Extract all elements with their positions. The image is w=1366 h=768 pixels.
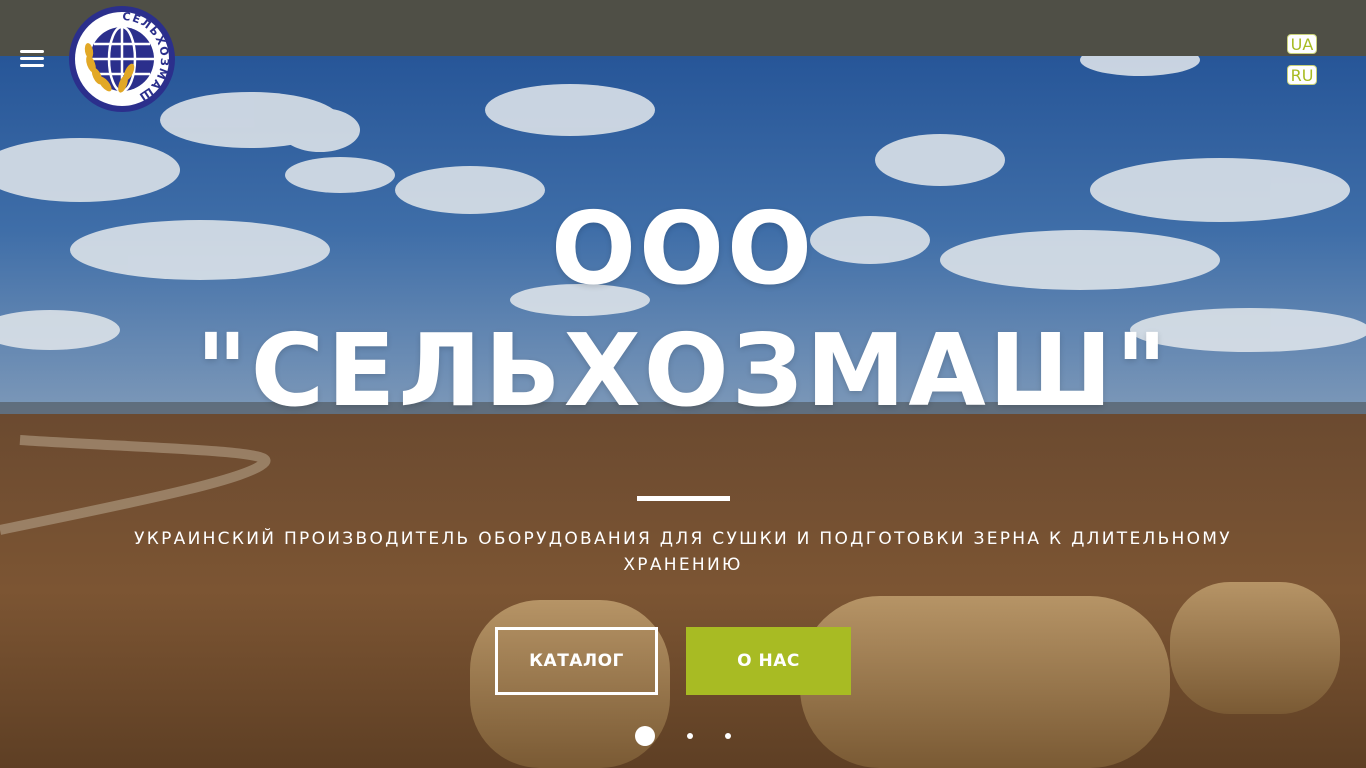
catalog-button[interactable]: КАТАЛОГ (495, 627, 658, 695)
top-bar (0, 0, 1366, 56)
hero-title-line-1: ООО (550, 190, 816, 307)
about-button[interactable]: О НАС (686, 627, 851, 695)
hero-title-line-2: "СЕЛЬХОЗМАШ" (195, 312, 1171, 429)
slider-dot-2[interactable] (687, 733, 693, 739)
slider-dot-1[interactable] (635, 726, 655, 746)
company-logo[interactable]: СЕЛЬХОЗМАШ (67, 4, 177, 114)
language-ua[interactable]: UA (1287, 34, 1317, 54)
hero-subtitle: УКРАИНСКИЙ ПРОИЗВОДИТЕЛЬ ОБОРУДОВАНИЯ ДЛ… (134, 529, 1232, 575)
title-divider (637, 496, 730, 501)
hamburger-menu-icon[interactable] (20, 48, 44, 70)
hero-title: ООО "СЕЛЬХОЗМАШ" (0, 188, 1366, 432)
slider-dot-3[interactable] (725, 733, 731, 739)
language-ru[interactable]: RU (1287, 65, 1317, 85)
hero-section: СЕЛЬХОЗМАШ UA RU ООО "СЕЛЬХОЗМАШ" УКРАИН… (0, 0, 1366, 768)
